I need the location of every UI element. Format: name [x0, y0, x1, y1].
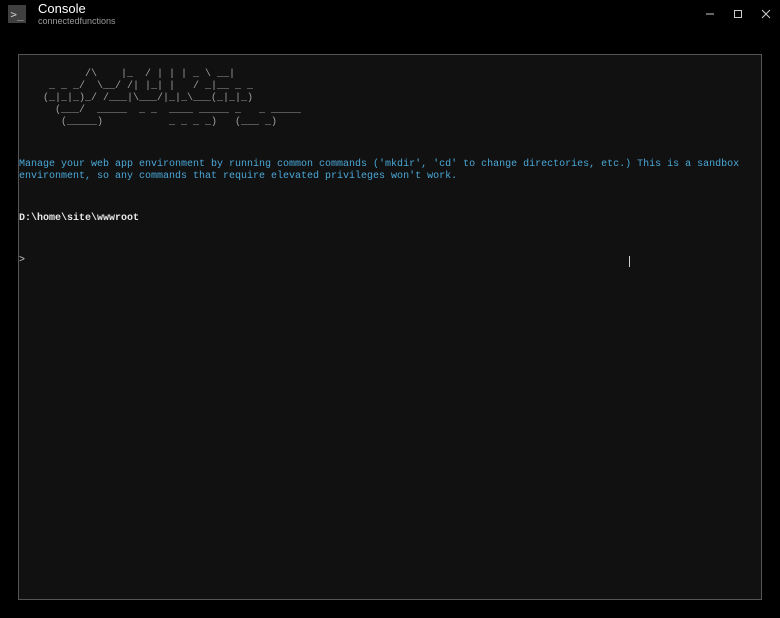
- window-subtitle: connectedfunctions: [38, 16, 696, 26]
- cursor-icon: [629, 256, 630, 267]
- titlebar: >_ Console connectedfunctions: [0, 0, 780, 28]
- subheader: [0, 28, 780, 54]
- window-controls: [696, 0, 780, 28]
- console-icon-glyph: >_: [10, 8, 23, 21]
- minimize-button[interactable]: [696, 0, 724, 28]
- terminal-info-text: Manage your web app environment by runni…: [19, 159, 761, 183]
- prompt-symbol: >: [19, 255, 25, 267]
- command-input[interactable]: [29, 256, 629, 267]
- terminal-panel[interactable]: /\ |_ / | | | _ \ __| _ _ _/ \__/ /| |_|…: [18, 54, 762, 600]
- console-icon: >_: [8, 5, 26, 23]
- ascii-art-banner: /\ |_ / | | | _ \ __| _ _ _/ \__/ /| |_|…: [19, 69, 761, 129]
- terminal-content: /\ |_ / | | | _ \ __| _ _ _/ \__/ /| |_|…: [19, 55, 761, 291]
- prompt-line: >: [19, 255, 761, 267]
- maximize-button[interactable]: [724, 0, 752, 28]
- window-title: Console: [38, 2, 696, 16]
- titlebar-text: Console connectedfunctions: [38, 2, 696, 26]
- close-button[interactable]: [752, 0, 780, 28]
- current-path: D:\home\site\wwwroot: [19, 213, 761, 225]
